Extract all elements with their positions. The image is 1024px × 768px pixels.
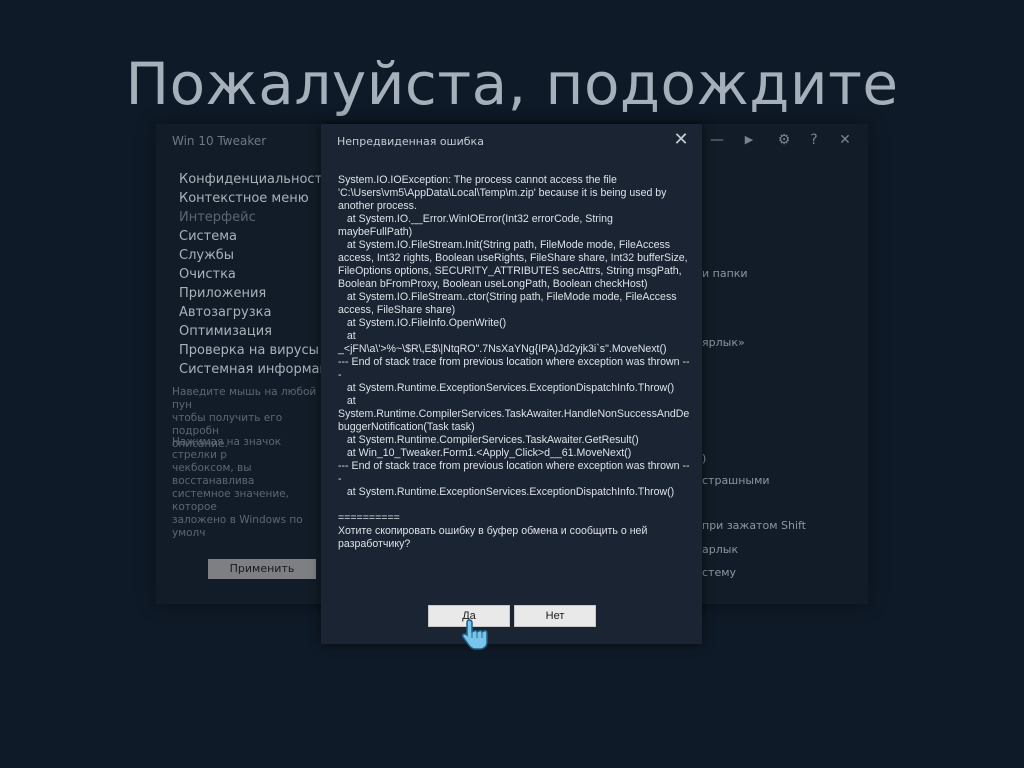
app-title: Win 10 Tweaker bbox=[172, 134, 267, 148]
option-label: арлык bbox=[702, 543, 739, 556]
sidebar-item-services[interactable]: Службы bbox=[179, 246, 329, 265]
sidebar-item-virus-scan[interactable]: Проверка на вирусы bbox=[179, 341, 329, 360]
hand-cursor-icon bbox=[461, 619, 488, 650]
play-icon[interactable]: ▶ bbox=[738, 130, 760, 150]
option-label: ) bbox=[702, 452, 707, 465]
hint-text-restore: Нажимая на значок стрелки р чекбоксом, в… bbox=[172, 436, 303, 539]
sidebar-item-context-menu[interactable]: Контекстное меню bbox=[179, 189, 329, 208]
no-button[interactable]: Нет bbox=[514, 605, 596, 627]
option-label: при зажатом Shift bbox=[702, 519, 806, 532]
sidebar-item-cleanup[interactable]: Очистка bbox=[179, 265, 329, 284]
apply-button[interactable]: Применить bbox=[208, 559, 316, 579]
sidebar-item-optimization[interactable]: Оптимизация bbox=[179, 322, 329, 341]
option-label: ярлык» bbox=[702, 336, 745, 349]
wait-overlay-title: Пожалуйста, подождите bbox=[125, 50, 899, 118]
sidebar-nav: Конфиденциальность Контекстное меню Инте… bbox=[179, 170, 329, 379]
sidebar-item-system[interactable]: Система bbox=[179, 227, 329, 246]
dialog-title: Непредвиденная ошибка bbox=[337, 135, 484, 148]
sidebar-item-startup[interactable]: Автозагрузка bbox=[179, 303, 329, 322]
sidebar-item-interface[interactable]: Интерфейс bbox=[179, 208, 329, 227]
sidebar-item-privacy[interactable]: Конфиденциальность bbox=[179, 170, 329, 189]
screen: Пожалуйста, подождите Win 10 Tweaker — ▶… bbox=[0, 0, 1024, 768]
help-icon[interactable]: ? bbox=[803, 130, 825, 150]
error-message: System.IO.IOException: The process canno… bbox=[338, 174, 690, 550]
close-icon[interactable]: ✕ bbox=[834, 130, 856, 150]
gear-icon[interactable]: ⚙ bbox=[773, 130, 795, 150]
sidebar-item-system-info[interactable]: Системная информац bbox=[179, 360, 329, 379]
minimize-icon[interactable]: — bbox=[706, 130, 728, 150]
close-icon[interactable]: ✕ bbox=[670, 129, 692, 151]
sidebar-item-apps[interactable]: Приложения bbox=[179, 284, 329, 303]
option-label: страшными bbox=[702, 474, 770, 487]
error-dialog: Непредвиденная ошибка ✕ System.IO.IOExce… bbox=[321, 124, 702, 644]
option-label: и папки bbox=[702, 267, 748, 280]
option-label: стему bbox=[702, 566, 737, 579]
